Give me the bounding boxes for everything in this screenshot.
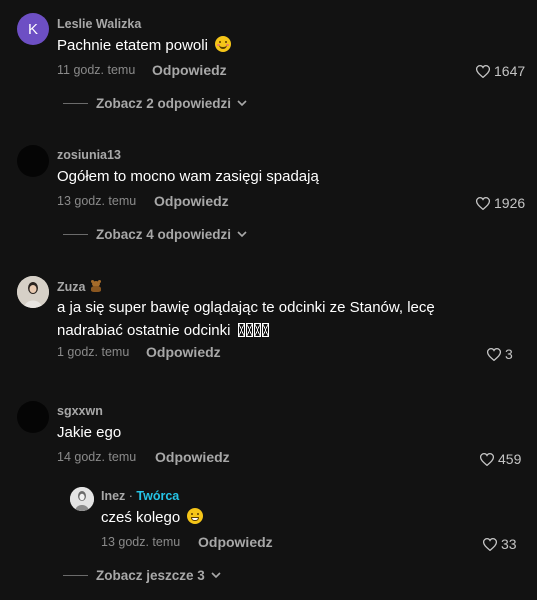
comment-text: Jakie ego: [57, 424, 122, 441]
heart-outline-icon: [476, 64, 490, 78]
smiling-face-emoji-icon: [215, 36, 232, 52]
like-count: 33: [501, 536, 517, 552]
avatar[interactable]: [70, 487, 94, 511]
avatar[interactable]: [17, 145, 49, 177]
chevron-down-icon: [237, 231, 247, 238]
view-replies-button[interactable]: Zobacz 2 odpowiedzi: [63, 96, 247, 111]
reply-text: cześ kolego: [101, 506, 204, 529]
comment-text: a ja się super bawię oglądając te odcink…: [57, 296, 435, 342]
heart-outline-icon: [483, 537, 497, 551]
comment-username[interactable]: Leslie Walizka: [57, 17, 141, 31]
profile-photo-icon: [70, 487, 94, 511]
like-button[interactable]: 1647: [476, 63, 525, 79]
unsupported-emoji-glyphs: [237, 323, 269, 337]
divider-line: [63, 103, 88, 104]
divider-line: [63, 575, 88, 576]
view-replies-label: Zobacz jeszcze 3: [96, 568, 205, 583]
reply-button[interactable]: Odpowiedz: [152, 62, 227, 78]
like-count: 1647: [494, 63, 526, 79]
comment-timestamp: 14 godz. temu: [57, 450, 137, 464]
comment-text: Pachnie etatem powoli: [57, 34, 232, 57]
teddy-bear-emoji-icon: [90, 280, 102, 292]
heart-outline-icon: [476, 196, 490, 210]
view-replies-label: Zobacz 4 odpowiedzi: [96, 227, 232, 242]
avatar[interactable]: K: [17, 13, 49, 45]
comment-username[interactable]: sgxxwn: [57, 404, 103, 418]
comment-timestamp: 11 godz. temu: [57, 63, 136, 77]
creator-badge: Twórca: [136, 489, 180, 503]
like-count: 3: [505, 346, 513, 362]
reply-button[interactable]: Odpowiedz: [155, 449, 230, 465]
like-count: 459: [498, 451, 522, 467]
heart-outline-icon: [487, 347, 501, 361]
divider-line: [63, 234, 88, 235]
reply-button[interactable]: Odpowiedz: [198, 534, 273, 550]
like-button[interactable]: 1926: [476, 195, 525, 211]
view-more-replies-button[interactable]: Zobacz jeszcze 3: [63, 568, 221, 583]
chevron-down-icon: [237, 100, 247, 107]
reply-button[interactable]: Odpowiedz: [154, 193, 229, 209]
comment-text-content: Pachnie etatem powoli: [57, 37, 208, 54]
comment-text-line2: nadrabiać ostatnie odcinki: [57, 322, 231, 339]
profile-photo-icon: [17, 276, 49, 308]
comment-username[interactable]: zosiunia13: [57, 148, 121, 162]
chevron-down-icon: [211, 572, 221, 579]
comment-text-line1: a ja się super bawię oglądając te odcink…: [57, 299, 435, 316]
grinning-face-emoji-icon: [187, 508, 204, 524]
avatar[interactable]: [17, 276, 49, 308]
view-replies-button[interactable]: Zobacz 4 odpowiedzi: [63, 227, 247, 242]
reply-username-text: Inez: [101, 489, 126, 503]
comment-text: Ogółem to mocno wam zasięgi spadają: [57, 168, 319, 185]
like-button[interactable]: 459: [480, 451, 521, 467]
reply-text-content: cześ kolego: [101, 509, 181, 526]
reply-timestamp: 13 godz. temu: [101, 535, 181, 549]
comment-timestamp: 13 godz. temu: [57, 194, 137, 208]
comment-timestamp: 1 godz. temu: [57, 345, 130, 359]
like-button[interactable]: 33: [483, 536, 517, 552]
like-count: 1926: [494, 195, 526, 211]
comment-username[interactable]: Zuza: [57, 280, 102, 294]
username-text: Zuza: [57, 280, 86, 294]
heart-outline-icon: [480, 452, 494, 466]
avatar[interactable]: [17, 401, 49, 433]
separator-dot: ·: [125, 489, 137, 503]
reply-username[interactable]: Inez · Twórca: [101, 489, 179, 503]
reply-button[interactable]: Odpowiedz: [146, 344, 221, 360]
avatar-letter: K: [27, 20, 38, 38]
like-button[interactable]: 3: [487, 346, 513, 362]
view-replies-label: Zobacz 2 odpowiedzi: [96, 96, 232, 111]
